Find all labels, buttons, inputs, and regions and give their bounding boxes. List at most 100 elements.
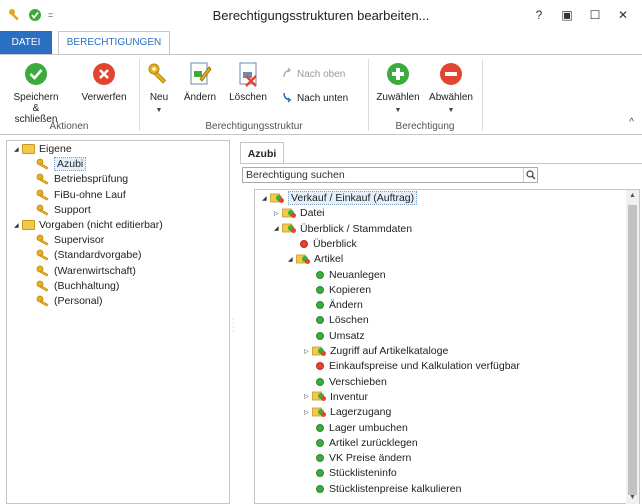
tree-role-node[interactable]: Betriebsprüfung	[36, 172, 128, 186]
tree-node-label: Betriebsprüfung	[54, 173, 129, 186]
key-icon	[36, 189, 50, 201]
deselect-permission-button[interactable]: Abwählen ▼	[426, 61, 476, 116]
collapse-triangle-icon[interactable]: ◢	[274, 225, 282, 232]
select-dropdown-icon[interactable]: ▼	[376, 105, 420, 116]
permission-tree-row[interactable]: Verschieben	[304, 375, 387, 389]
permission-label: Artikel zurücklegen	[329, 436, 418, 449]
tree-folder-node[interactable]: ◢ Vorgaben (nicht editierbar)	[14, 218, 163, 232]
tree-role-node[interactable]: Support	[36, 203, 91, 217]
tree-node-label: (Personal)	[54, 295, 103, 307]
permission-tree-row[interactable]: Ändern	[304, 298, 363, 312]
tree-role-node[interactable]: (Buchhaltung)	[36, 279, 119, 293]
permission-label: Datei	[300, 207, 325, 220]
expand-triangle-icon[interactable]: ▷	[304, 393, 312, 400]
permission-granted-icon	[316, 301, 324, 310]
tree-node-label: (Standardvorgabe)	[54, 249, 142, 262]
permission-tree-row[interactable]: Umsatz	[304, 329, 365, 343]
check-icon	[23, 61, 49, 87]
permission-tree-row[interactable]: ▷ Zugriff auf Artikelkataloge	[304, 344, 448, 358]
permission-group-icon	[312, 346, 326, 357]
new-label: Neu	[149, 92, 169, 103]
permission-tree-row[interactable]: Überblick	[288, 237, 357, 251]
search-icon[interactable]	[523, 168, 537, 182]
expand-triangle-icon[interactable]: ▷	[274, 210, 282, 217]
permission-label: Überblick	[313, 237, 357, 250]
permission-group-icon	[282, 208, 296, 219]
tab-berechtigungen[interactable]: BERECHTIGUNGEN	[58, 31, 170, 55]
new-button[interactable]: Neu ▼	[144, 61, 174, 116]
collapse-triangle-icon[interactable]: ◢	[262, 195, 270, 202]
permission-granted-icon	[316, 285, 324, 294]
permission-label: Inventur	[330, 390, 368, 403]
permission-tree-row[interactable]: ◢ Verkauf / Einkauf (Auftrag)	[262, 191, 418, 205]
arrow-down-icon	[281, 91, 293, 106]
discard-button[interactable]: Verwerfen	[76, 61, 132, 103]
group-label-actions: Aktionen	[49, 121, 89, 132]
move-down-label: Nach unten	[297, 93, 349, 104]
permission-tree-row[interactable]: Löschen	[304, 313, 369, 327]
help-button[interactable]: ?	[528, 5, 550, 25]
expand-triangle-icon[interactable]: ◢	[14, 222, 22, 229]
edit-document-icon	[187, 61, 213, 87]
select-permission-button[interactable]: Zuwählen ▼	[376, 61, 420, 116]
maximize-button[interactable]: ☐	[584, 5, 606, 25]
permission-tree-row[interactable]: VK Preise ändern	[304, 451, 411, 465]
scrollbar-thumb[interactable]	[628, 205, 637, 495]
permission-search-input[interactable]: Berechtigung suchen	[242, 167, 538, 183]
permission-tree-row[interactable]: Artikel zurücklegen	[304, 436, 418, 450]
tree-role-node[interactable]: (Personal)	[36, 294, 102, 308]
save-close-button[interactable]: Speichern & schließen	[6, 61, 66, 125]
tab-azubi[interactable]: Azubi	[240, 142, 284, 164]
ribbon-display-button[interactable]: ▣	[556, 5, 578, 25]
folder-icon	[22, 220, 35, 230]
arrow-up-icon	[281, 67, 293, 82]
move-up-label: Nach oben	[297, 69, 346, 80]
permission-tree-row[interactable]: Neuanlegen	[304, 268, 386, 282]
tree-node-label: Azubi	[54, 157, 87, 172]
ribbon-separator	[482, 59, 483, 131]
tree-role-node[interactable]: (Standardvorgabe)	[36, 248, 142, 262]
permission-granted-icon	[316, 454, 324, 463]
collapse-triangle-icon[interactable]: ◢	[288, 256, 296, 263]
permission-tree-row[interactable]: ▷ Datei	[274, 206, 325, 220]
permission-tree-row[interactable]: Einkaufspreise und Kalkulation verfügbar	[304, 359, 520, 373]
tree-role-node[interactable]: (Warenwirtschaft)	[36, 264, 136, 278]
permission-tree-row[interactable]: Kopieren	[304, 283, 371, 297]
collapse-ribbon-icon[interactable]: ^	[629, 117, 634, 128]
permission-tree-row[interactable]: ▷ Lagerzugang	[304, 405, 391, 419]
expand-triangle-icon[interactable]: ▷	[304, 409, 312, 416]
move-up-button[interactable]: Nach oben	[281, 67, 345, 82]
deselect-dropdown-icon[interactable]: ▼	[426, 105, 476, 116]
tree-role-node[interactable]: Supervisor	[36, 233, 104, 247]
edit-label: Ändern	[183, 92, 217, 103]
tree-node-label: Eigene	[39, 143, 72, 155]
permission-label: Lager umbuchen	[329, 421, 408, 434]
tab-datei[interactable]: DATEI	[0, 31, 52, 54]
permission-denied-icon	[300, 239, 308, 248]
edit-button[interactable]: Ändern	[180, 61, 220, 103]
expand-triangle-icon[interactable]: ◢	[14, 146, 22, 153]
permission-group-icon	[270, 193, 284, 204]
permission-tree-row[interactable]: Stücklistenpreise kalkulieren	[304, 482, 461, 496]
splitter-grip-icon[interactable]: · · · ·	[232, 316, 234, 335]
delete-document-icon	[235, 61, 261, 87]
move-down-button[interactable]: Nach unten	[281, 91, 348, 106]
new-dropdown-icon[interactable]: ▼	[144, 105, 174, 116]
permission-tree-row[interactable]: Stücklisteninfo	[304, 466, 397, 480]
tree-role-node[interactable]: Azubi	[36, 157, 87, 172]
tree-node-label: FiBu-ohne Lauf	[54, 188, 126, 201]
permission-tree-row[interactable]: ▷ Inventur	[304, 390, 368, 404]
tree-role-node[interactable]: FiBu-ohne Lauf	[36, 188, 126, 202]
group-label-structure: Berechtigungsstruktur	[205, 121, 303, 132]
permission-tree-row[interactable]: ◢ Überblick / Stammdaten	[274, 222, 412, 236]
permission-tree-row[interactable]: Lager umbuchen	[304, 421, 408, 435]
scroll-down-icon[interactable]: ▼	[626, 494, 639, 501]
key-icon	[146, 61, 172, 87]
delete-button[interactable]: Löschen	[226, 61, 270, 103]
expand-triangle-icon[interactable]: ▷	[304, 348, 312, 355]
close-button[interactable]: ✕	[612, 5, 634, 25]
permission-granted-icon	[316, 423, 324, 432]
permission-tree-row[interactable]: ◢ Artikel	[288, 252, 343, 266]
scroll-up-icon[interactable]: ▲	[626, 192, 639, 199]
tree-folder-node[interactable]: ◢ Eigene	[14, 142, 72, 156]
